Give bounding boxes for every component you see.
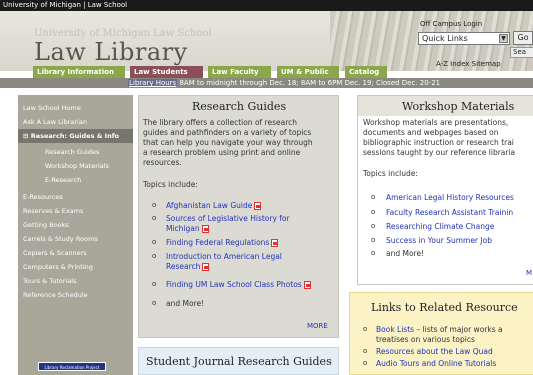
minus-icon: ⊟	[23, 132, 31, 140]
student-journal-title[interactable]: Student Journal Research Guides	[146, 355, 332, 368]
sidebar-item-e-resources[interactable]: E-Resources	[18, 190, 133, 204]
sidebar-item-e-research[interactable]: E-Research	[18, 173, 133, 187]
bullet: o	[152, 299, 157, 307]
library-hours-text: 8AM to midnight through Dec. 18; 8AM to …	[179, 79, 441, 87]
pdf-icon	[303, 281, 311, 289]
tab-law-students[interactable]: Law Students	[130, 66, 203, 78]
research-guides-desc-2: guides and pathfinders on a variety of t…	[143, 128, 312, 137]
pdf-icon	[201, 225, 209, 233]
research-guides-desc-1: The library offers a collection of resea…	[143, 118, 297, 127]
workshop-desc-4: sessions taught by our reference librari…	[363, 148, 516, 157]
library-hours-link[interactable]: Library Hours	[128, 79, 178, 87]
link-faculty-ra-training[interactable]: Faculty Research Assistant Trainin	[386, 208, 513, 218]
related-item-book-lists: Book Lists – lists of major works a	[376, 325, 503, 334]
link-resources-law-quad[interactable]: Resources about the Law Quad	[376, 347, 493, 357]
reclamation-project-badge[interactable]: Library Reclamation Project	[38, 362, 106, 371]
link-intro-american-legal-research-cont[interactable]: Research	[166, 262, 210, 272]
tab-library-information[interactable]: Library Information	[33, 66, 125, 78]
bullet: o	[371, 236, 376, 244]
research-guides-desc-3: that can help you navigate your way thro…	[143, 138, 313, 147]
sidebar-item-copiers-scanners[interactable]: Copiers & Scanners	[18, 246, 133, 260]
research-guides-desc-4: a research problem using print and onlin…	[143, 148, 301, 157]
link-audio-tours[interactable]: Audio Tours and Online Tutorials	[376, 359, 496, 369]
related-resources-title[interactable]: Links to Related Resource	[371, 301, 518, 314]
link-legislative-history-michigan[interactable]: Sources of Legislative History for	[166, 214, 290, 224]
search-button[interactable]: Sea	[510, 47, 533, 58]
bullet: o	[363, 347, 368, 355]
sidebar-item-label: Research: Guides & Info	[30, 132, 119, 140]
sidebar: Law School Home Ask A Law Librarian ⊟ Re…	[18, 95, 133, 375]
go-button[interactable]: Go	[513, 31, 533, 45]
workshop-desc-2: documents and webpages based on	[363, 128, 499, 137]
sidebar-item-workshop-materials[interactable]: Workshop Materials	[18, 159, 133, 173]
sidebar-item-reference-schedule[interactable]: Reference Schedule	[18, 288, 133, 302]
pdf-icon	[254, 202, 262, 210]
bullet: o	[152, 252, 157, 260]
research-guides-and-more: and More!	[166, 299, 205, 308]
sidebar-item-reserves-exams[interactable]: Reserves & Exams	[18, 204, 133, 218]
workshop-more-link[interactable]: M	[526, 269, 532, 279]
sidebar-item-getting-books[interactable]: Getting Books	[18, 218, 133, 232]
bullet: o	[371, 249, 376, 257]
sidebar-item-tours-tutorials[interactable]: Tours & Tutorials	[18, 274, 133, 288]
main-nav: Library Information Law Students Law Fac…	[0, 66, 533, 78]
link-book-lists[interactable]: Book Lists	[376, 325, 414, 334]
sidebar-item-research-guides-info[interactable]: ⊟ Research: Guides & Info	[18, 129, 133, 143]
pdf-icon	[271, 239, 279, 247]
link-legislative-history-michigan-cont[interactable]: Michigan	[166, 224, 209, 234]
tab-um-public[interactable]: UM & Public	[277, 66, 339, 78]
bullet: o	[363, 359, 368, 367]
bullet: o	[152, 238, 157, 246]
research-guides-more-link[interactable]: MORE	[307, 322, 328, 332]
bullet: o	[371, 222, 376, 230]
bullet: o	[152, 201, 157, 209]
sidebar-item-computers-printing[interactable]: Computers & Printing	[18, 260, 133, 274]
library-hours-bar: Library Hours 8AM to midnight through De…	[0, 78, 533, 88]
sidebar-item-research-guides[interactable]: Research Guides	[18, 145, 133, 159]
workshop-desc-3: bibliographic instruction or research tr…	[363, 138, 514, 147]
quick-links-select[interactable]: Quick Links ▼	[418, 32, 510, 45]
related-item-book-lists-cont: treatises on various topics	[376, 335, 475, 344]
tab-law-faculty[interactable]: Law Faculty	[208, 66, 271, 78]
tab-catalog[interactable]: Catalog	[345, 66, 387, 78]
off-campus-login-link[interactable]: Off Campus Login	[420, 20, 482, 28]
link-finding-federal-regulations[interactable]: Finding Federal Regulations	[166, 238, 279, 248]
research-guides-topics-label: Topics include:	[143, 180, 198, 189]
bullet: o	[152, 280, 157, 288]
sidebar-item-carrels-study-rooms[interactable]: Carrels & Study Rooms	[18, 232, 133, 246]
bullet: o	[371, 193, 376, 201]
link-american-legal-history[interactable]: American Legal History Resources	[386, 193, 514, 203]
quick-links-label: Quick Links	[422, 34, 468, 43]
link-class-photos[interactable]: Finding UM Law School Class Photos	[166, 280, 311, 290]
research-guides-title[interactable]: Research Guides	[192, 100, 286, 113]
bullet: o	[363, 325, 368, 333]
pdf-icon	[202, 263, 210, 271]
workshop-and-more: and More!	[386, 249, 425, 258]
workshop-topics-label: Topics include:	[363, 169, 418, 178]
link-summer-job[interactable]: Success in Your Summer Job	[386, 236, 492, 246]
workshop-desc-1: Workshop materials are presentations,	[363, 118, 509, 127]
link-intro-american-legal-research[interactable]: Introduction to American Legal	[166, 252, 282, 262]
sidebar-item-law-school-home[interactable]: Law School Home	[18, 101, 133, 115]
site-title[interactable]: Law Library	[34, 38, 188, 66]
chevron-down-icon: ▼	[499, 34, 508, 43]
bullet: o	[371, 208, 376, 216]
site-header: University of Michigan Law School Law Li…	[0, 11, 533, 71]
research-guides-desc-5: resources.	[143, 158, 182, 167]
bullet: o	[152, 214, 157, 222]
link-afghanistan-law-guide[interactable]: Afghanistan Law Guide	[166, 201, 262, 211]
top-strip: University of Michigan | Law School	[0, 0, 533, 11]
sidebar-item-ask-a-librarian[interactable]: Ask A Law Librarian	[18, 115, 133, 129]
link-researching-climate-change[interactable]: Researching Climate Change	[386, 222, 494, 232]
workshop-title[interactable]: Workshop Materials	[402, 100, 514, 113]
